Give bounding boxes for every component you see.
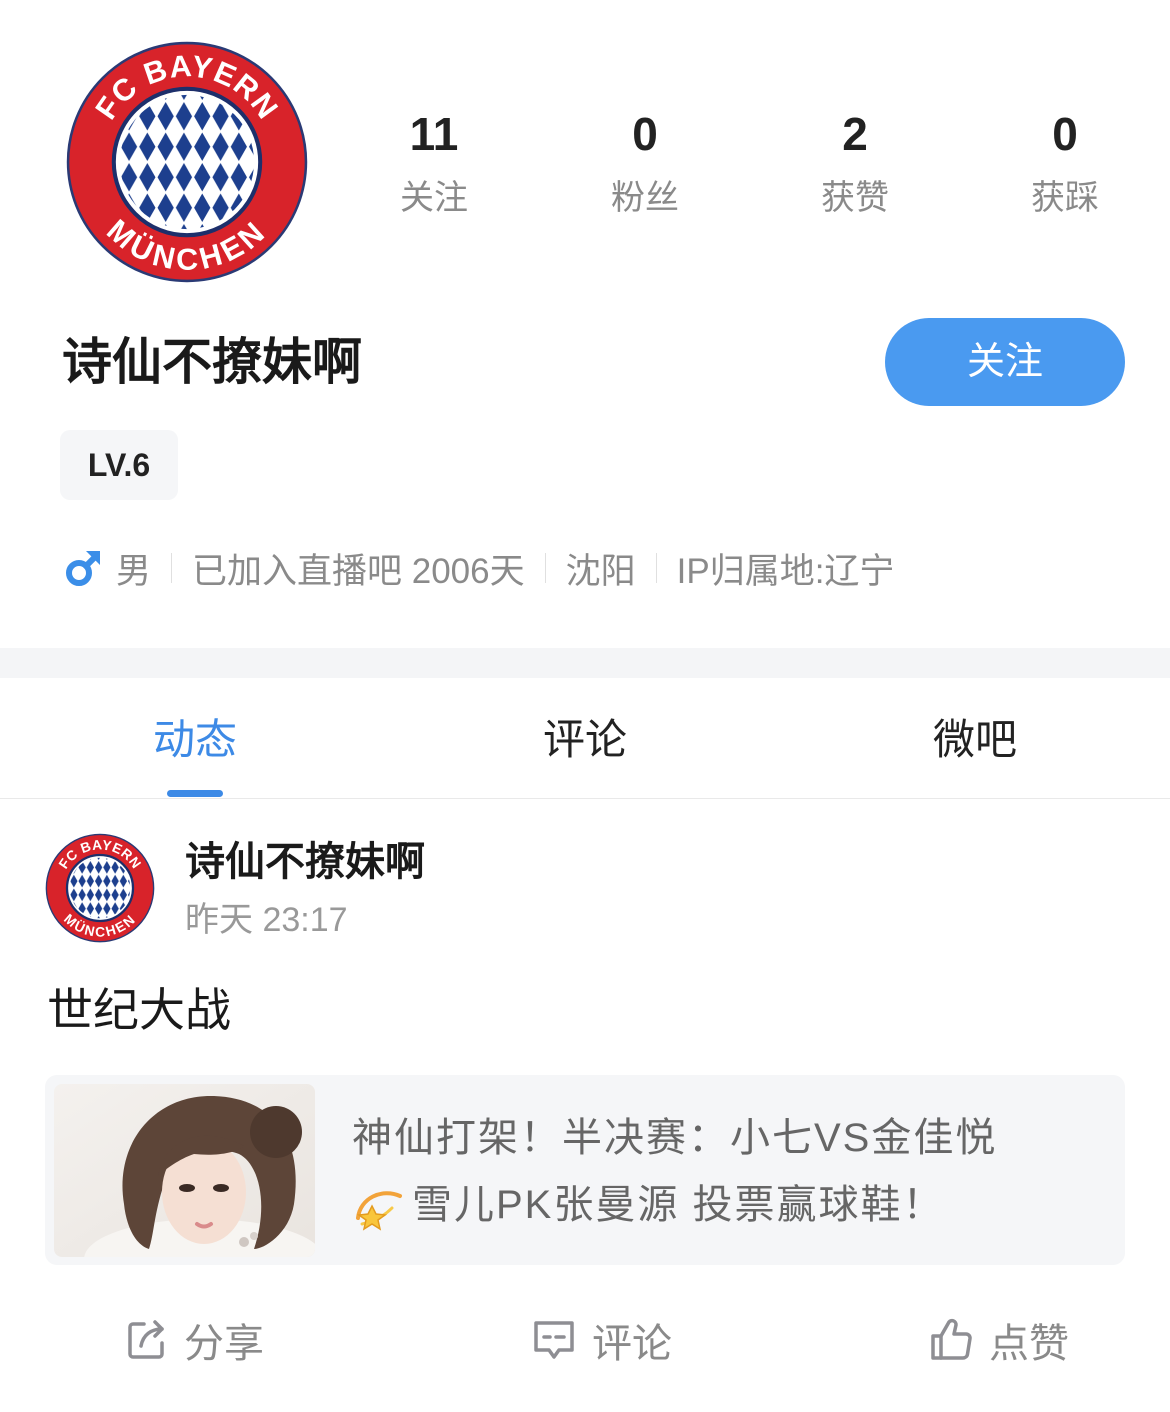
profile-username: 诗仙不撩妹啊 bbox=[62, 334, 362, 390]
link-card[interactable]: 神仙打架！半决赛：小七VS金佳悦 雪儿PK张曼源 投票赢球鞋！ bbox=[45, 1075, 1125, 1265]
profile-info-row: 男 已加入直播吧 2006天 沈阳 IP归属地:辽宁 bbox=[64, 540, 894, 596]
level-badge: LV.6 bbox=[60, 430, 178, 500]
thumbs-up-icon bbox=[931, 1318, 972, 1360]
profile-avatar[interactable]: FC BAYERN MÜNCHEN bbox=[65, 40, 309, 284]
tab-microbar[interactable]: 微吧 bbox=[780, 678, 1170, 798]
male-icon bbox=[66, 551, 100, 586]
profile-tabs: 动态 评论 微吧 bbox=[0, 678, 1170, 798]
tab-label: 微吧 bbox=[932, 716, 1017, 763]
ip-location-text: IP归属地:辽宁 bbox=[676, 551, 895, 591]
link-card-thumbnail bbox=[54, 1084, 315, 1257]
section-divider bbox=[0, 648, 1170, 678]
share-icon bbox=[128, 1320, 164, 1359]
post-timestamp: 昨天 23:17 bbox=[185, 901, 348, 939]
post-author-name[interactable]: 诗仙不撩妹啊 bbox=[185, 836, 985, 888]
share-button[interactable]: 分享 bbox=[122, 1313, 264, 1367]
stat-likes-received[interactable]: 2 获赞 bbox=[775, 106, 935, 220]
divider bbox=[544, 553, 546, 583]
city-text: 沈阳 bbox=[565, 551, 636, 591]
gender-text: 男 bbox=[116, 551, 152, 591]
tab-active-indicator bbox=[167, 790, 223, 797]
comment-label: 评论 bbox=[592, 1322, 672, 1366]
stat-fans[interactable]: 0 粉丝 bbox=[565, 106, 725, 220]
divider bbox=[171, 553, 173, 583]
tab-label: 动态 bbox=[152, 716, 237, 763]
stat-following[interactable]: 11 关注 bbox=[354, 106, 514, 220]
fc-bayern-logo: FC BAYERN MÜNCHEN bbox=[66, 41, 308, 283]
link-card-title-line: 雪儿PK张曼源 投票赢球鞋！ bbox=[352, 1172, 1105, 1238]
stat-label: 粉丝 bbox=[611, 179, 679, 217]
like-label: 点赞 bbox=[989, 1322, 1069, 1366]
like-button[interactable]: 点赞 bbox=[927, 1313, 1069, 1367]
comment-icon bbox=[534, 1321, 574, 1359]
stat-value: 2 bbox=[842, 108, 868, 160]
stat-label: 关注 bbox=[400, 179, 468, 217]
stat-label: 获踩 bbox=[1031, 179, 1099, 217]
share-label: 分享 bbox=[184, 1322, 264, 1366]
stat-label: 获赞 bbox=[821, 179, 889, 217]
joined-days-text: 已加入直播吧 2006天 bbox=[192, 551, 525, 591]
tab-label: 评论 bbox=[542, 716, 627, 763]
thumbnail-image bbox=[54, 1084, 315, 1257]
stat-value: 0 bbox=[632, 108, 658, 160]
post-content: 世纪大战 bbox=[47, 984, 231, 1036]
stat-value: 0 bbox=[1052, 108, 1078, 160]
stat-value: 11 bbox=[409, 108, 459, 160]
tabs-border bbox=[0, 798, 1170, 799]
dizzy-emoji-icon bbox=[356, 1191, 402, 1231]
link-card-title-text: 雪儿PK张曼源 投票赢球鞋！ bbox=[412, 1183, 945, 1227]
follow-button[interactable]: 关注 bbox=[885, 318, 1125, 406]
fc-bayern-logo: FC BAYERN MÜNCHEN bbox=[45, 833, 155, 943]
comment-button[interactable]: 评论 bbox=[530, 1313, 672, 1367]
stat-dislikes-received[interactable]: 0 获踩 bbox=[985, 106, 1145, 220]
tab-comments[interactable]: 评论 bbox=[390, 678, 780, 798]
post-author-avatar[interactable]: FC BAYERN MÜNCHEN bbox=[45, 833, 155, 943]
divider bbox=[655, 553, 657, 583]
link-card-title-line: 神仙打架！半决赛：小七VS金佳悦 bbox=[352, 1116, 998, 1160]
tab-activity[interactable]: 动态 bbox=[0, 678, 390, 798]
